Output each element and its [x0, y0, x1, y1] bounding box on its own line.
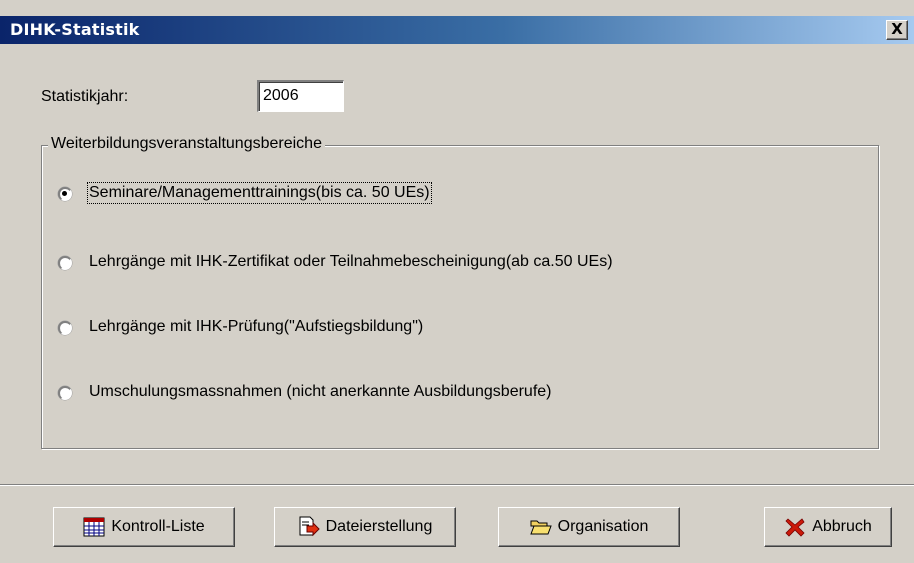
radio-button[interactable]: [58, 321, 72, 335]
button-bar-separator: [0, 484, 914, 486]
radio-button[interactable]: [58, 256, 72, 270]
radio-button[interactable]: [58, 386, 72, 400]
red-x-icon: [784, 516, 806, 538]
file-create-label: Dateierstellung: [325, 518, 433, 535]
radio-button[interactable]: [58, 187, 72, 201]
organisation-button[interactable]: Organisation: [498, 507, 680, 547]
year-input[interactable]: 2006: [257, 80, 344, 112]
close-button[interactable]: X: [886, 20, 908, 40]
file-create-button[interactable]: Dateierstellung: [274, 507, 456, 547]
control-list-label: Kontroll-Liste: [111, 518, 205, 535]
cancel-button[interactable]: Abbruch: [764, 507, 892, 547]
calendar-grid-icon: [83, 516, 105, 538]
radio-label[interactable]: Umschulungsmassnahmen (nicht anerkannte …: [89, 383, 551, 401]
open-folder-icon: [529, 516, 552, 538]
document-arrow-icon: [298, 516, 320, 538]
window-title: DIHK-Statistik: [10, 20, 140, 39]
cancel-label: Abbruch: [812, 518, 872, 535]
radio-label[interactable]: Lehrgänge mit IHK-Zertifikat oder Teilna…: [89, 253, 613, 271]
groupbox-title: Weiterbildungsveranstaltungsbereiche: [48, 135, 325, 153]
control-list-button[interactable]: Kontroll-Liste: [53, 507, 235, 547]
title-bar[interactable]: DIHK-Statistik X: [0, 16, 914, 44]
radio-label[interactable]: Seminare/Managementtrainings(bis ca. 50 …: [87, 182, 432, 204]
radio-label[interactable]: Lehrgänge mit IHK-Prüfung("Aufstiegsbild…: [89, 318, 423, 336]
radio-selected-dot: [62, 191, 67, 196]
dialog-window: DIHK-Statistik X Statistikjahr: 2006 Wei…: [0, 0, 914, 563]
organisation-label: Organisation: [557, 518, 649, 535]
year-label: Statistikjahr:: [41, 88, 129, 105]
